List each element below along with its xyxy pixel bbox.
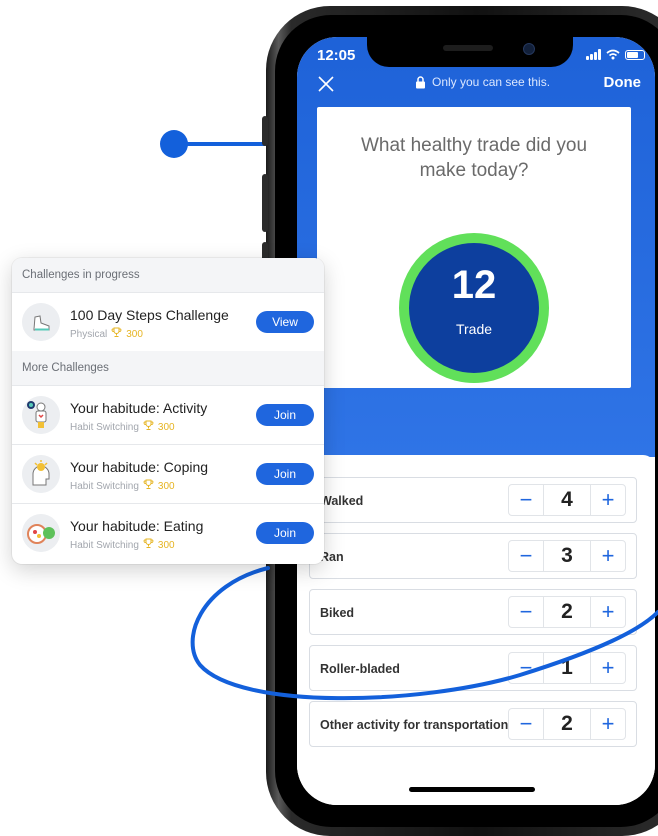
challenges-in-progress-header: Challenges in progress: [12, 258, 324, 293]
challenge-category: Habit Switching: [70, 539, 139, 551]
challenge-row[interactable]: Your habitude: Eating Habit Switching 300 J…: [12, 504, 324, 562]
challenge-meta: Habit Switching 300: [70, 538, 175, 552]
challenge-points: 300: [126, 328, 143, 340]
more-challenges-header: More Challenges: [12, 351, 324, 386]
challenge-points: 300: [157, 421, 175, 433]
sneaker-icon: [22, 303, 60, 341]
food-plate-icon: [22, 514, 60, 552]
challenge-row[interactable]: Your habitude: Coping Habit Switching 300 J…: [12, 445, 324, 504]
trophy-icon: [143, 420, 154, 434]
challenge-title: Your habitude: Eating: [70, 518, 204, 534]
challenge-row[interactable]: Your habitude: Activity Habit Switching 30…: [12, 386, 324, 445]
challenge-meta: Habit Switching 300: [70, 420, 175, 434]
trophy-icon: [143, 479, 154, 493]
view-button[interactable]: View: [256, 311, 314, 333]
challenges-panel: Challenges in progress 100 Day Steps Cha…: [12, 258, 324, 564]
challenge-category: Habit Switching: [70, 421, 139, 433]
join-button[interactable]: Join: [256, 404, 314, 426]
trophy-icon: [111, 327, 122, 341]
challenge-title: Your habitude: Coping: [70, 459, 209, 475]
challenge-points: 300: [157, 539, 175, 551]
join-button[interactable]: Join: [256, 522, 314, 544]
challenge-title: Your habitude: Activity: [70, 400, 208, 416]
challenge-category: Physical: [70, 328, 108, 340]
challenge-meta: Habit Switching 300: [70, 479, 175, 493]
challenge-points: 300: [157, 480, 175, 492]
join-button[interactable]: Join: [256, 463, 314, 485]
trophy-icon: [143, 538, 154, 552]
challenge-row[interactable]: 100 Day Steps Challenge Physical 300 View: [12, 293, 324, 351]
challenge-category: Habit Switching: [70, 480, 139, 492]
activity-figure-icon: [22, 396, 60, 434]
coping-head-icon: [22, 455, 60, 493]
challenge-meta: Physical 300: [70, 327, 143, 341]
challenge-title: 100 Day Steps Challenge: [70, 307, 229, 323]
